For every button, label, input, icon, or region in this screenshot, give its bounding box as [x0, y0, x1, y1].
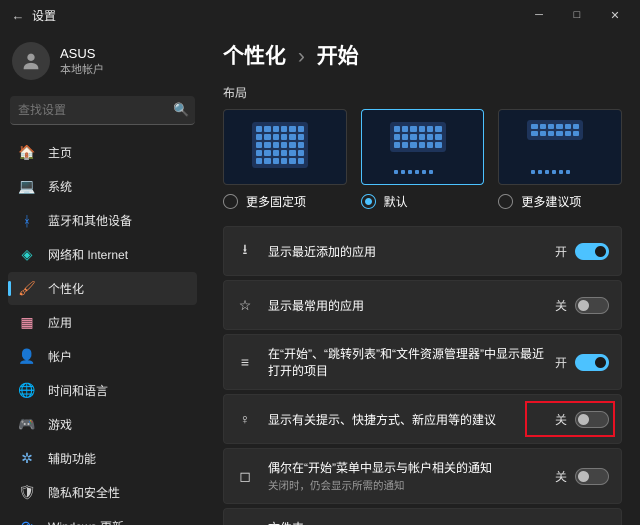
sidebar-item-apps[interactable]: ▦ 应用	[8, 306, 197, 339]
setting-title: 在“开始”、“跳转列表”和“文件资源管理器”中显示最近打开的项目	[268, 345, 555, 379]
setting-card: ≡ 在“开始”、“跳转列表”和“文件资源管理器”中显示最近打开的项目 开	[223, 334, 622, 390]
setting-card: ◻ 偶尔在“开始”菜单中显示与帐户相关的通知关闭时，仍会显示所需的通知 关	[223, 448, 622, 504]
download-icon: ⭳	[236, 242, 254, 260]
sidebar-item-bluetooth[interactable]: ᚼ 蓝牙和其他设备	[8, 204, 197, 237]
sidebar-item-label: 应用	[48, 314, 72, 331]
toggle-state: 关	[555, 297, 567, 314]
sidebar-item-label: 游戏	[48, 416, 72, 433]
sidebar-item-gaming[interactable]: 🎮 游戏	[8, 408, 197, 441]
sidebar-item-label: 辅助功能	[48, 450, 96, 467]
sidebar-item-personalization[interactable]: 🖌 个性化	[8, 272, 197, 305]
sidebar-item-network[interactable]: ◈ 网络和 Internet	[8, 238, 197, 271]
setting-title: 显示最近添加的应用	[268, 243, 555, 260]
folders-card[interactable]: 🗀 文件夹 这些文件夹显示在电源按钮旁边的“开始”菜单上 〉	[223, 508, 622, 525]
search-icon: 🔍	[173, 102, 189, 118]
layout-option[interactable]: 默认	[361, 109, 485, 210]
toggle-state: 关	[555, 468, 567, 485]
sidebar-item-label: 主页	[48, 144, 72, 161]
radio-button[interactable]	[223, 194, 238, 209]
toggle-switch[interactable]	[575, 297, 609, 314]
toggle-state: 开	[555, 354, 567, 371]
setting-title: 显示有关提示、快捷方式、新应用等的建议	[268, 411, 555, 428]
sidebar-item-label: 帐户	[48, 348, 72, 365]
windows-update-icon: ⟳	[18, 518, 36, 525]
sidebar-item-label: 系统	[48, 178, 72, 195]
back-button[interactable]: ←	[6, 8, 30, 23]
toggle-switch[interactable]	[575, 243, 609, 260]
star-icon: ☆	[236, 296, 254, 314]
system-icon: 💻	[18, 178, 36, 196]
layout-option-label: 更多建议项	[521, 193, 581, 210]
gaming-icon: 🎮	[18, 416, 36, 434]
avatar	[12, 42, 50, 80]
home-icon: 🏠	[18, 144, 36, 162]
setting-title: 偶尔在“开始”菜单中显示与帐户相关的通知	[268, 459, 555, 476]
sidebar-item-privacy[interactable]: 🛡 隐私和安全性	[8, 476, 197, 509]
accessibility-icon: ✲	[18, 450, 36, 468]
sidebar-item-label: 隐私和安全性	[48, 484, 120, 501]
layout-option[interactable]: 更多固定项	[223, 109, 347, 210]
breadcrumb-parent[interactable]: 个性化	[223, 45, 286, 68]
apps-icon: ▦	[18, 314, 36, 332]
sidebar-item-label: Windows 更新	[48, 518, 124, 525]
account-type: 本地帐户	[60, 61, 104, 77]
close-button[interactable]: ✕	[596, 0, 634, 30]
maximize-button[interactable]: □	[558, 0, 596, 30]
search-input[interactable]	[18, 103, 173, 117]
radio-button[interactable]	[361, 194, 376, 209]
layout-option-label: 默认	[384, 193, 408, 210]
setting-title: 显示最常用的应用	[268, 297, 555, 314]
sidebar-item-accounts[interactable]: 👤 帐户	[8, 340, 197, 373]
setting-card: ⭳ 显示最近添加的应用 开	[223, 226, 622, 276]
folders-title: 文件夹	[268, 519, 589, 525]
layout-label: 布局	[223, 84, 622, 101]
toggle-switch[interactable]	[575, 354, 609, 371]
account-name: ASUS	[60, 46, 104, 61]
toggle-switch[interactable]	[575, 411, 609, 428]
layout-thumb[interactable]	[498, 109, 622, 185]
setting-card: ♀ 显示有关提示、快捷方式、新应用等的建议 关	[223, 394, 622, 444]
list-icon: ≡	[236, 353, 254, 371]
setting-card: ☆ 显示最常用的应用 关	[223, 280, 622, 330]
privacy-icon: 🛡	[18, 484, 36, 502]
lightbulb-icon: ♀	[236, 410, 254, 428]
notification-icon: ◻	[236, 467, 254, 485]
layout-thumb[interactable]	[223, 109, 347, 185]
sidebar-item-accessibility[interactable]: ✲ 辅助功能	[8, 442, 197, 475]
accounts-icon: 👤	[18, 348, 36, 366]
bluetooth-icon: ᚼ	[18, 212, 36, 230]
account-block[interactable]: ASUS 本地帐户	[6, 36, 199, 92]
sidebar-item-label: 个性化	[48, 280, 84, 297]
layout-option[interactable]: 更多建议项	[498, 109, 622, 210]
network-icon: ◈	[18, 246, 36, 264]
sidebar-item-time-language[interactable]: 🌐 时间和语言	[8, 374, 197, 407]
radio-button[interactable]	[498, 194, 513, 209]
minimize-button[interactable]: ─	[520, 0, 558, 30]
sidebar-item-label: 时间和语言	[48, 382, 108, 399]
sidebar-item-home[interactable]: 🏠 主页	[8, 136, 197, 169]
toggle-state: 开	[555, 243, 567, 260]
layout-thumb[interactable]	[361, 109, 485, 185]
personalization-icon: 🖌	[18, 280, 36, 298]
setting-sub: 关闭时，仍会显示所需的通知	[268, 478, 555, 493]
breadcrumb: 个性化 › 开始	[223, 40, 622, 70]
time-language-icon: 🌐	[18, 382, 36, 400]
chevron-right-icon: ›	[298, 45, 305, 68]
sidebar-item-label: 网络和 Internet	[48, 246, 128, 263]
app-title: 设置	[32, 7, 520, 24]
sidebar-item-windows-update[interactable]: ⟳ Windows 更新	[8, 510, 197, 525]
search-box[interactable]: 🔍	[10, 96, 195, 125]
layout-option-label: 更多固定项	[246, 193, 306, 210]
toggle-state: 关	[555, 411, 567, 428]
toggle-switch[interactable]	[575, 468, 609, 485]
sidebar-item-label: 蓝牙和其他设备	[48, 212, 132, 229]
sidebar-item-system[interactable]: 💻 系统	[8, 170, 197, 203]
breadcrumb-current: 开始	[317, 45, 359, 68]
